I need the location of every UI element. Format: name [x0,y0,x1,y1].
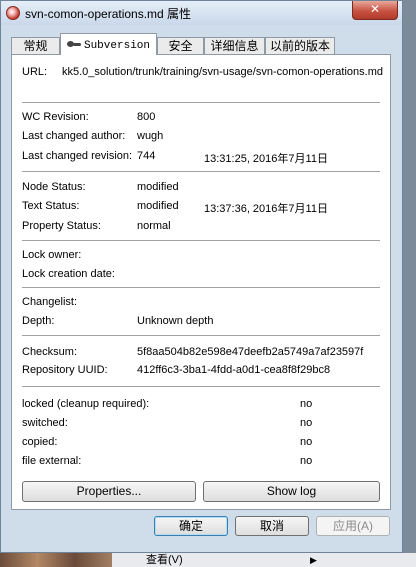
tab-subversion[interactable]: Subversion [60,33,157,55]
lock-owner-label: Lock owner: [22,249,82,261]
tab-subversion-label: Subversion [83,40,150,52]
tab-bar: 常规 Subversion 安全 详细信息 以前的版本 [11,33,391,55]
view-menu-item[interactable]: 查看(V) [146,553,183,567]
lock-date-label: Lock creation date: [22,268,115,280]
submenu-arrow-icon: ▶ [310,555,317,565]
subversion-panel: URL: kk5.0_solution/trunk/training/svn-u… [11,54,391,510]
property-status-label: Property Status: [22,220,101,232]
tortoisesvn-icon [6,6,20,20]
wc-revision-value: 800 [137,111,156,123]
url-value[interactable]: kk5.0_solution/trunk/training/svn-usage/… [62,66,383,78]
wc-revision-label: WC Revision: [22,111,89,123]
changelist-label: Changelist: [22,296,78,308]
locked-value: no [300,398,313,410]
tab-security[interactable]: 安全 [157,37,204,54]
text-status-value: modified [137,200,179,212]
svn-turtle-icon [66,40,81,49]
separator [22,171,380,172]
repository-uuid-value: 412ff6c3-3ba1-4fdd-a0d1-cea8f8f29bc8 [137,364,331,376]
file-external-label: file external: [22,455,82,467]
properties-button[interactable]: Properties... [22,481,196,502]
properties-dialog: svn-comon-operations.md 属性 ✕ 常规 Subversi… [0,0,403,553]
separator [22,240,380,241]
separator [22,335,380,336]
last-author-label: Last changed author: [22,130,126,142]
node-status-value: modified [137,181,179,193]
separator [22,386,380,387]
close-button[interactable]: ✕ [352,1,398,20]
last-author-value: wugh [137,130,164,142]
depth-label: Depth: [22,315,55,327]
tab-general[interactable]: 常规 [11,37,60,54]
copied-value: no [300,436,313,448]
file-external-value: no [300,455,313,467]
text-status-label: Text Status: [22,200,80,212]
separator [22,102,380,103]
apply-button[interactable]: 应用(A) [316,516,390,536]
node-status-label: Node Status: [22,181,86,193]
title-bar[interactable]: svn-comon-operations.md 属性 ✕ [1,1,402,25]
checksum-value: 5f8aa504b82e598e47deefb2a5749a7af23597f [137,346,364,358]
copied-label: copied: [22,436,58,448]
switched-label: switched: [22,417,68,429]
last-revision-label: Last changed revision: [22,150,133,162]
separator [22,287,380,288]
url-label: URL: [22,66,48,78]
locked-label: locked (cleanup required): [22,398,150,410]
ok-button[interactable]: 确定 [154,516,228,536]
depth-value: Unknown depth [137,315,214,327]
cancel-button[interactable]: 取消 [235,516,309,536]
property-status-value: normal [137,220,171,232]
background-menu-strip: 查看(V) ▶ [0,553,416,567]
repository-uuid-label: Repository UUID: [22,364,108,376]
text-status-date: 13:37:36, 2016年7月11日 [204,203,328,215]
last-revision-value: 744 [137,150,156,162]
tab-previous-versions[interactable]: 以前的版本 [265,37,335,54]
window-title: svn-comon-operations.md 属性 [25,7,192,21]
last-revision-date: 13:31:25, 2016年7月11日 [204,153,328,165]
checksum-label: Checksum: [22,346,78,358]
switched-value: no [300,417,313,429]
tab-details[interactable]: 详细信息 [204,37,265,54]
show-log-button[interactable]: Show log [203,481,380,502]
background-thumbnails [0,553,112,567]
